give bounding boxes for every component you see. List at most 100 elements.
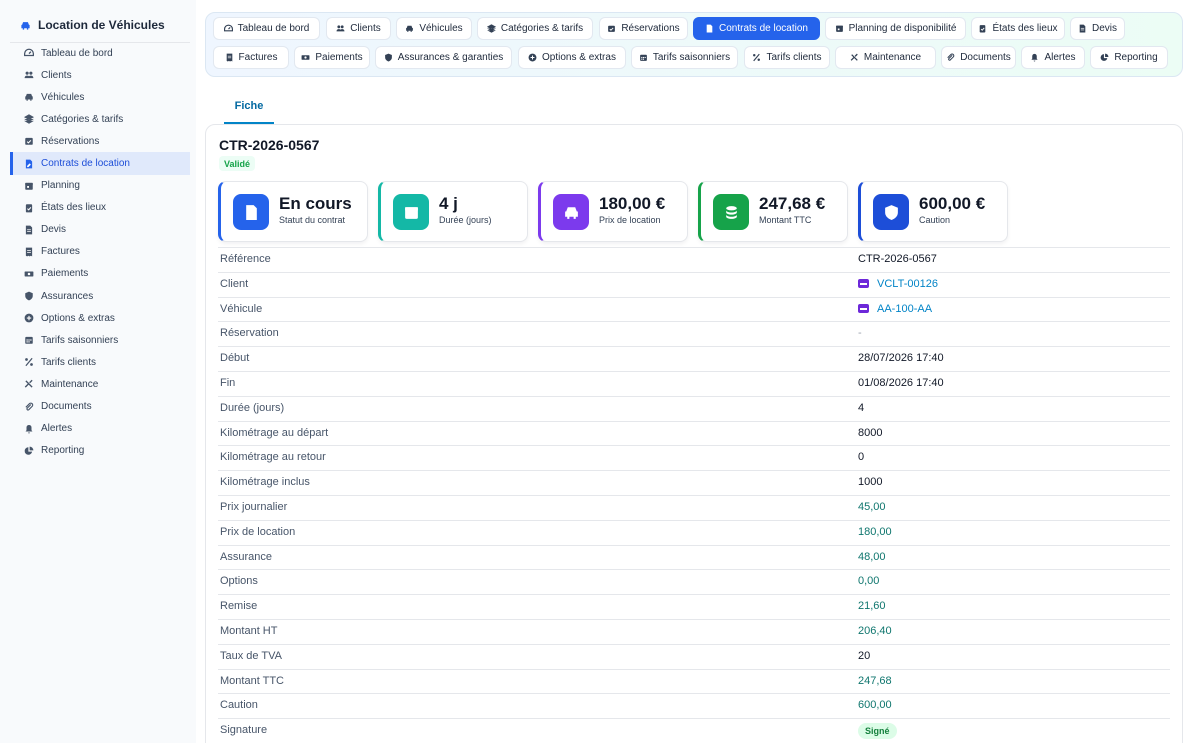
percent-icon	[753, 53, 761, 62]
module-tab[interactable]: Réservations	[599, 17, 688, 40]
detail-value: 28/07/2026 17:40	[858, 352, 944, 365]
detail-row: Réservation -	[218, 321, 1170, 346]
pie-chart-icon	[1100, 53, 1109, 61]
detail-label: Caution	[220, 699, 258, 712]
detail-value: 48,00	[858, 550, 886, 563]
sidebar-item[interactable]: Tarifs saisonniers	[10, 329, 190, 351]
sidebar-item[interactable]: Clients	[10, 64, 190, 86]
tab-fiche[interactable]: Fiche	[224, 90, 274, 124]
module-tab[interactable]: Catégories & tarifs	[477, 17, 593, 40]
module-tab-label: Devis	[1091, 23, 1117, 34]
coins-icon	[725, 205, 737, 219]
sidebar-item-label: États des lieux	[41, 202, 107, 214]
stat-icon-tile	[713, 194, 749, 230]
record-link[interactable]: VCLT-00126	[877, 278, 938, 290]
module-tab[interactable]: Contrats de location	[693, 17, 820, 40]
sidebar-item[interactable]: Tarifs clients	[10, 351, 190, 373]
module-tab[interactable]: Assurances & garanties	[375, 46, 512, 69]
calendar-icon	[404, 206, 418, 219]
module-tab[interactable]: Reporting	[1090, 46, 1168, 69]
users-icon	[24, 71, 34, 79]
detail-value[interactable]: VCLT-00126	[858, 278, 938, 290]
stat-label: Montant TTC	[759, 215, 812, 225]
module-tab-label: Catégories & tarifs	[500, 23, 584, 34]
dashboard-icon	[223, 24, 233, 32]
sidebar-item[interactable]: Planning	[10, 175, 190, 197]
detail-value[interactable]: AA-100-AA	[858, 303, 932, 315]
stat-card: 4 j Durée (jours)	[378, 181, 528, 242]
calendar-check-icon	[608, 25, 616, 32]
module-tab[interactable]: Documents	[941, 46, 1016, 69]
stat-label: Caution	[919, 215, 951, 225]
sidebar-item-label: Véhicules	[41, 91, 85, 103]
module-tab-label: Tarifs saisonniers	[652, 52, 731, 63]
sidebar-item[interactable]: Devis	[10, 219, 190, 241]
page-title: CTR-2026-0567	[219, 137, 320, 153]
detail-row: Fin 01/08/2026 17:40	[218, 370, 1170, 396]
module-tab[interactable]: Devis	[1070, 17, 1125, 40]
app-brand[interactable]: Location de Véhicules	[10, 8, 190, 43]
sidebar-item[interactable]: Réservations	[10, 130, 190, 152]
detail-value: 0,00	[858, 575, 880, 588]
module-tab[interactable]: Tableau de bord	[213, 17, 320, 40]
sidebar-item-label: Reporting	[41, 445, 85, 457]
stat-value: En cours	[279, 194, 352, 213]
stat-card: 180,00 € Prix de location	[538, 181, 688, 242]
detail-row: Montant HT 206,40	[218, 618, 1170, 644]
module-tab[interactable]: Tarifs clients	[744, 46, 830, 69]
sidebar-item[interactable]: États des lieux	[10, 197, 190, 219]
module-tab[interactable]: Options & extras	[518, 46, 626, 69]
detail-row: Options 0,00	[218, 569, 1170, 594]
sidebar-item[interactable]: Contrats de location	[10, 152, 190, 175]
record-link[interactable]: AA-100-AA	[877, 303, 932, 315]
detail-value: 600,00	[858, 699, 892, 712]
detail-label: Prix de location	[220, 525, 296, 538]
sidebar-item[interactable]: Paiements	[10, 263, 190, 285]
module-tab-label: Tarifs clients	[766, 52, 822, 63]
sidebar-item[interactable]: Factures	[10, 241, 190, 263]
sidebar-item[interactable]: Tableau de bord	[10, 42, 190, 64]
bell-icon	[1031, 53, 1039, 62]
detail-row: Référence CTR-2026-0567	[218, 247, 1170, 272]
stat-value: 600,00 €	[919, 194, 986, 213]
module-tab-label: Véhicules	[419, 23, 463, 34]
module-tab[interactable]: Tarifs saisonniers	[631, 46, 738, 69]
sidebar-item[interactable]: Alertes	[10, 418, 190, 440]
sidebar-item-label: Devis	[41, 224, 67, 236]
module-tab[interactable]: Véhicules	[396, 17, 472, 40]
plus-circle-icon	[528, 53, 537, 62]
sidebar-item-label: Catégories & tarifs	[41, 113, 124, 125]
detail-label: Client	[220, 277, 249, 290]
sidebar-item[interactable]: Options & extras	[10, 307, 190, 329]
module-tab[interactable]: Clients	[326, 17, 391, 40]
sidebar-item[interactable]: Maintenance	[10, 373, 190, 395]
calendar-days-icon	[639, 54, 647, 61]
sidebar-item[interactable]: Catégories & tarifs	[10, 108, 190, 130]
detail-label: Montant TTC	[220, 674, 284, 687]
module-tab[interactable]: Paiements	[294, 46, 370, 69]
module-tab-label: Options & extras	[542, 52, 616, 63]
sidebar-item-label: Paiements	[41, 268, 89, 280]
module-tab[interactable]: Alertes	[1021, 46, 1085, 69]
calendar-days-icon	[25, 337, 33, 345]
detail-row: Signature Signé	[218, 718, 1170, 743]
sidebar-item[interactable]: Reporting	[10, 440, 190, 462]
sidebar-item[interactable]: Véhicules	[10, 86, 190, 108]
money-icon	[24, 271, 34, 277]
module-tab[interactable]: États des lieux	[971, 17, 1065, 40]
module-tab[interactable]: Planning de disponibilité	[825, 17, 966, 40]
module-tab[interactable]: Maintenance	[835, 46, 936, 69]
stat-icon-tile	[873, 194, 909, 230]
invoice-icon	[226, 53, 232, 62]
tools-icon	[24, 380, 33, 389]
sidebar-item-label: Assurances	[41, 290, 94, 302]
sidebar-item[interactable]: Assurances	[10, 285, 190, 307]
module-tab[interactable]: Factures	[213, 46, 289, 69]
sidebar-item[interactable]: Documents	[10, 396, 190, 418]
invoice-icon	[25, 247, 33, 257]
sidebar-item-label: Alertes	[41, 423, 73, 435]
calendar-icon	[835, 25, 843, 32]
detail-label: Taux de TVA	[220, 649, 282, 662]
sidebar-item-label: Contrats de location	[41, 158, 130, 170]
stat-label: Durée (jours)	[439, 215, 492, 225]
